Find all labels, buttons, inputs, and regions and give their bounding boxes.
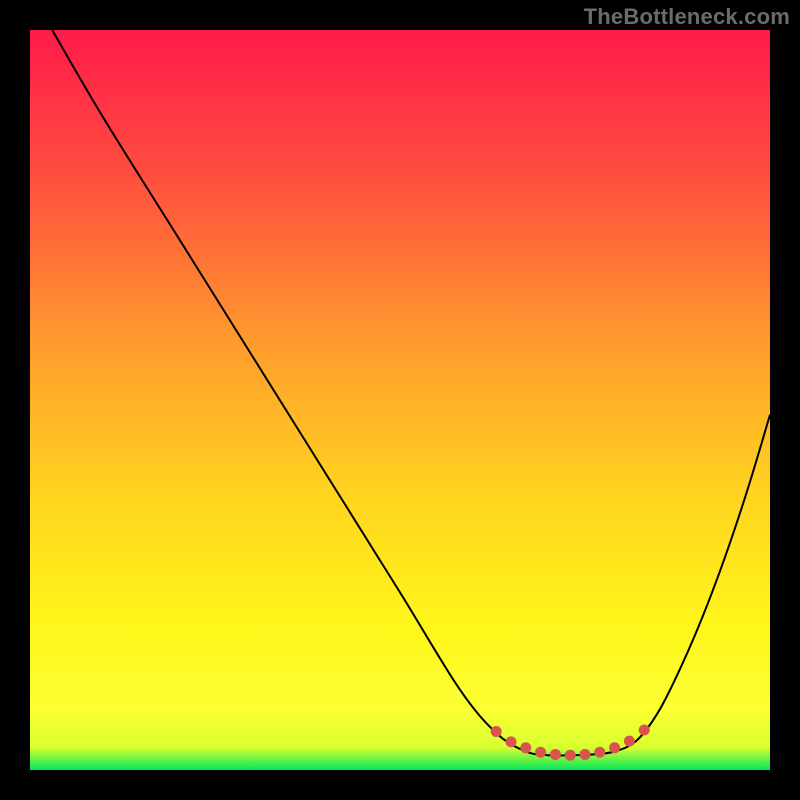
watermark-text: TheBottleneck.com bbox=[584, 4, 790, 30]
chart-frame: TheBottleneck.com bbox=[0, 0, 800, 800]
curve-marker bbox=[580, 749, 591, 760]
curve-marker bbox=[609, 742, 620, 753]
curve-marker bbox=[550, 749, 561, 760]
gradient-background bbox=[30, 30, 770, 770]
curve-marker bbox=[565, 750, 576, 761]
curve-marker bbox=[535, 747, 546, 758]
curve-marker bbox=[594, 747, 605, 758]
curve-marker bbox=[624, 736, 635, 747]
curve-marker bbox=[506, 736, 517, 747]
curve-marker bbox=[491, 726, 502, 737]
curve-marker bbox=[520, 742, 531, 753]
bottleneck-chart bbox=[30, 30, 770, 770]
curve-marker bbox=[639, 725, 650, 736]
